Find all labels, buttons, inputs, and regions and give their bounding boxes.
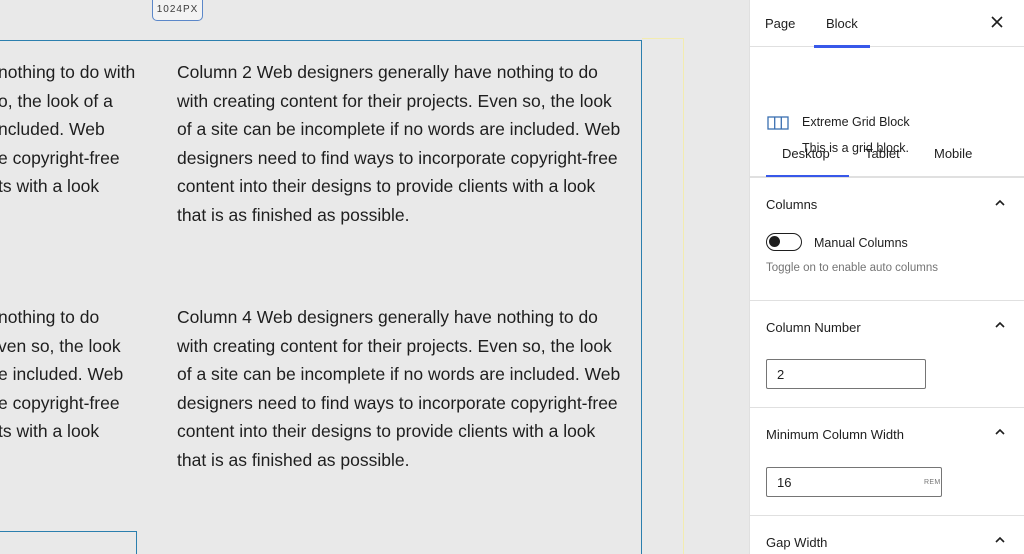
column-text-line: e copyright-free bbox=[0, 147, 120, 168]
column-text-line: e included. Web bbox=[0, 364, 124, 384]
viewport-edge-right bbox=[683, 38, 684, 554]
gap-width-panel: Gap Width bbox=[750, 516, 1024, 554]
column-text-line: of a site can be incomplete if no words … bbox=[177, 364, 621, 384]
block-title: Extreme Grid Block bbox=[802, 115, 910, 129]
columns-panel: Columns Manual Columns Toggle on to enab… bbox=[750, 178, 1024, 301]
manual-columns-toggle[interactable] bbox=[766, 233, 802, 251]
column-text-line: ven so, the look bbox=[0, 335, 121, 356]
column-text-line: content into their designs to provide cl… bbox=[177, 421, 596, 441]
grid-column-4[interactable]: Column 4 Web designers generally have no… bbox=[177, 303, 620, 474]
grid-column-3[interactable]: nothing to do ven so, the look e include… bbox=[0, 303, 123, 446]
column-text-line: that is as finished as possible. bbox=[177, 449, 410, 470]
column-text-line: with creating content for their projects… bbox=[177, 335, 612, 356]
chevron-up-icon[interactable] bbox=[993, 318, 1007, 332]
device-tabs: Desktop Tablet Mobile bbox=[750, 130, 1024, 178]
tab-page[interactable]: Page bbox=[765, 0, 795, 47]
column-number-panel: Column Number bbox=[750, 301, 1024, 408]
chevron-up-icon[interactable] bbox=[993, 196, 1007, 210]
column-text-line: o, the look of a bbox=[0, 90, 113, 111]
gap-width-title[interactable]: Gap Width bbox=[766, 535, 827, 550]
column-text-line: Column 4 Web designers generally have no… bbox=[177, 307, 598, 327]
column-number-title[interactable]: Column Number bbox=[766, 320, 861, 335]
column-text-line: ts with a look bbox=[0, 176, 100, 196]
settings-sidebar: Page Block Extreme Grid Block This is a … bbox=[749, 0, 1024, 554]
viewport-edge-top bbox=[642, 38, 684, 39]
grid-block-next[interactable] bbox=[0, 531, 137, 554]
editor-canvas[interactable]: 1024PX nothing to do with o, the look of… bbox=[0, 0, 749, 554]
close-icon[interactable] bbox=[988, 13, 1006, 31]
tab-desktop[interactable]: Desktop bbox=[782, 130, 830, 178]
min-column-width-input[interactable] bbox=[766, 467, 942, 497]
column-text-line: content into their designs to provide cl… bbox=[177, 176, 596, 196]
column-text-line: designers need to find ways to incorpora… bbox=[177, 392, 618, 413]
column-number-input[interactable] bbox=[766, 359, 926, 389]
manual-columns-label: Manual Columns bbox=[814, 236, 908, 250]
tab-tablet[interactable]: Tablet bbox=[865, 130, 900, 178]
viewport-width-badge: 1024PX bbox=[152, 0, 203, 21]
column-text-line: of a site can be incomplete if no words … bbox=[177, 119, 621, 139]
chevron-up-icon[interactable] bbox=[993, 425, 1007, 439]
column-text-line: Column 2 Web designers generally have no… bbox=[177, 62, 598, 82]
columns-icon bbox=[767, 116, 789, 130]
column-text-line: ncluded. Web bbox=[0, 119, 105, 139]
sidebar-tabs: Page Block bbox=[750, 0, 1024, 48]
column-text-line: ts with a look bbox=[0, 421, 100, 441]
column-text-line: that is as finished as possible. bbox=[177, 204, 410, 225]
chevron-up-icon[interactable] bbox=[993, 533, 1007, 547]
column-text-line: e copyright-free bbox=[0, 392, 120, 413]
min-column-width-title[interactable]: Minimum Column Width bbox=[766, 427, 904, 442]
column-text-line: nothing to do bbox=[0, 307, 100, 327]
unit-label[interactable]: REM bbox=[924, 479, 940, 486]
tab-mobile[interactable]: Mobile bbox=[934, 130, 972, 178]
grid-column-1[interactable]: nothing to do with o, the look of a nclu… bbox=[0, 58, 135, 201]
min-column-width-panel: Minimum Column Width REM bbox=[750, 408, 1024, 516]
columns-panel-title[interactable]: Columns bbox=[766, 197, 817, 212]
column-text-line: designers need to find ways to incorpora… bbox=[177, 147, 618, 168]
grid-column-2[interactable]: Column 2 Web designers generally have no… bbox=[177, 58, 620, 229]
columns-help-text: Toggle on to enable auto columns bbox=[766, 262, 938, 274]
column-text-line: nothing to do with bbox=[0, 62, 136, 82]
column-text-line: with creating content for their projects… bbox=[177, 90, 612, 111]
tab-block[interactable]: Block bbox=[814, 0, 870, 48]
